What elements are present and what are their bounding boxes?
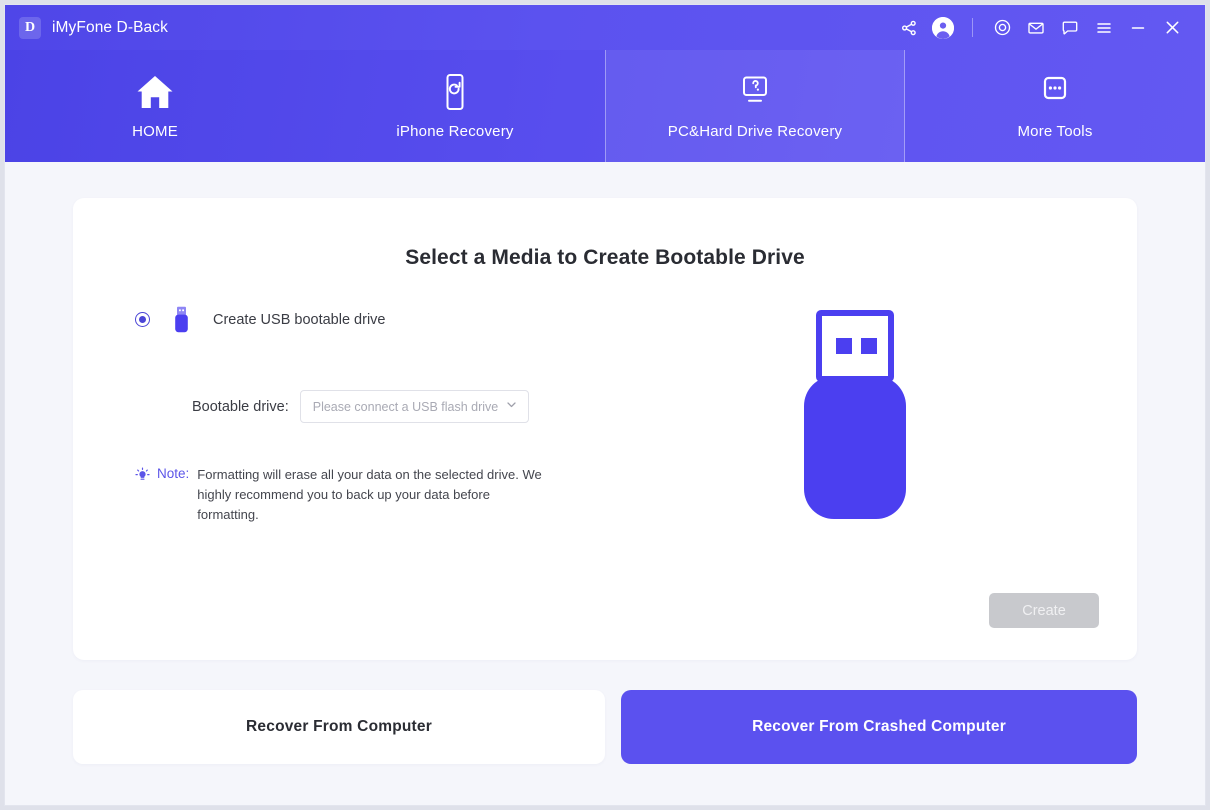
note-text: Formatting will erase all your data on t… bbox=[197, 467, 542, 522]
minimize-icon[interactable] bbox=[1123, 13, 1153, 43]
phone-refresh-icon bbox=[439, 72, 471, 112]
bottom-actions: Recover From Computer Recover From Crash… bbox=[73, 690, 1137, 764]
app-logo: D bbox=[19, 16, 41, 39]
usb-drive-icon bbox=[174, 306, 189, 333]
ellipsis-box-icon bbox=[1037, 72, 1073, 112]
bootable-drive-value: Please connect a USB flash drive bbox=[312, 399, 499, 414]
usb-drive-large-icon bbox=[801, 310, 909, 527]
nav-tab-home[interactable]: HOME bbox=[5, 50, 305, 162]
nav-tab-pc-hard-drive-recovery[interactable]: PC&Hard Drive Recovery bbox=[605, 50, 905, 162]
nav-tab-label: HOME bbox=[132, 123, 178, 140]
page-title: Select a Media to Create Bootable Drive bbox=[405, 246, 805, 269]
note-block: Note: Formatting will erase all your dat… bbox=[135, 465, 633, 525]
radio-dot bbox=[139, 316, 146, 323]
create-button-wrap: Create bbox=[989, 593, 1099, 628]
menu-icon[interactable] bbox=[1089, 13, 1119, 43]
nav-tab-label: More Tools bbox=[1017, 123, 1093, 140]
illustration-column bbox=[633, 306, 1137, 527]
nav-tab-iphone-recovery[interactable]: iPhone Recovery bbox=[305, 50, 605, 162]
nav-tab-more-tools[interactable]: More Tools bbox=[905, 50, 1205, 162]
chat-icon[interactable] bbox=[1055, 13, 1085, 43]
target-icon[interactable] bbox=[987, 13, 1017, 43]
lightbulb-icon bbox=[135, 465, 157, 488]
home-icon bbox=[133, 72, 177, 112]
bootable-media-card: Select a Media to Create Bootable Drive bbox=[73, 198, 1137, 660]
title-bar-actions bbox=[894, 13, 1187, 43]
app-brand: D iMyFone D-Back bbox=[19, 16, 168, 39]
title-bar: D iMyFone D-Back bbox=[5, 5, 1205, 50]
bootable-drive-select[interactable]: Please connect a USB flash drive bbox=[299, 390, 529, 423]
avatar bbox=[932, 16, 954, 39]
create-usb-option-label: Create USB bootable drive bbox=[213, 311, 386, 328]
nav-tab-label: iPhone Recovery bbox=[396, 123, 514, 140]
note-label: Note: bbox=[157, 466, 190, 481]
recover-from-crashed-computer-button[interactable]: Recover From Crashed Computer bbox=[621, 690, 1137, 764]
recover-from-computer-button[interactable]: Recover From Computer bbox=[73, 690, 605, 764]
bootable-drive-label: Bootable drive: bbox=[192, 398, 289, 415]
create-usb-radio[interactable] bbox=[135, 312, 150, 327]
share-icon[interactable] bbox=[894, 13, 924, 43]
mail-icon[interactable] bbox=[1021, 13, 1051, 43]
create-button[interactable]: Create bbox=[989, 593, 1099, 628]
create-usb-option-row[interactable]: Create USB bootable drive bbox=[135, 306, 633, 333]
title-bar-divider bbox=[972, 18, 973, 37]
monitor-recovery-icon bbox=[733, 72, 777, 112]
chevron-down-icon bbox=[505, 398, 518, 416]
nav-tab-label: PC&Hard Drive Recovery bbox=[667, 123, 843, 140]
content-area: Select a Media to Create Bootable Drive bbox=[5, 162, 1205, 805]
account-icon[interactable] bbox=[928, 13, 958, 43]
options-column: Create USB bootable drive Bootable drive… bbox=[73, 306, 633, 527]
app-title: iMyFone D-Back bbox=[52, 18, 168, 36]
close-icon[interactable] bbox=[1157, 13, 1187, 43]
main-nav: HOME iPhone Recovery PC&Hard Drive Recov… bbox=[5, 50, 1205, 162]
bootable-drive-row: Bootable drive: Please connect a USB fla… bbox=[135, 390, 633, 423]
card-body: Create USB bootable drive Bootable drive… bbox=[73, 306, 1137, 527]
app-window: D iMyFone D-Back HOME iPhone Recovery PC… bbox=[4, 4, 1206, 806]
